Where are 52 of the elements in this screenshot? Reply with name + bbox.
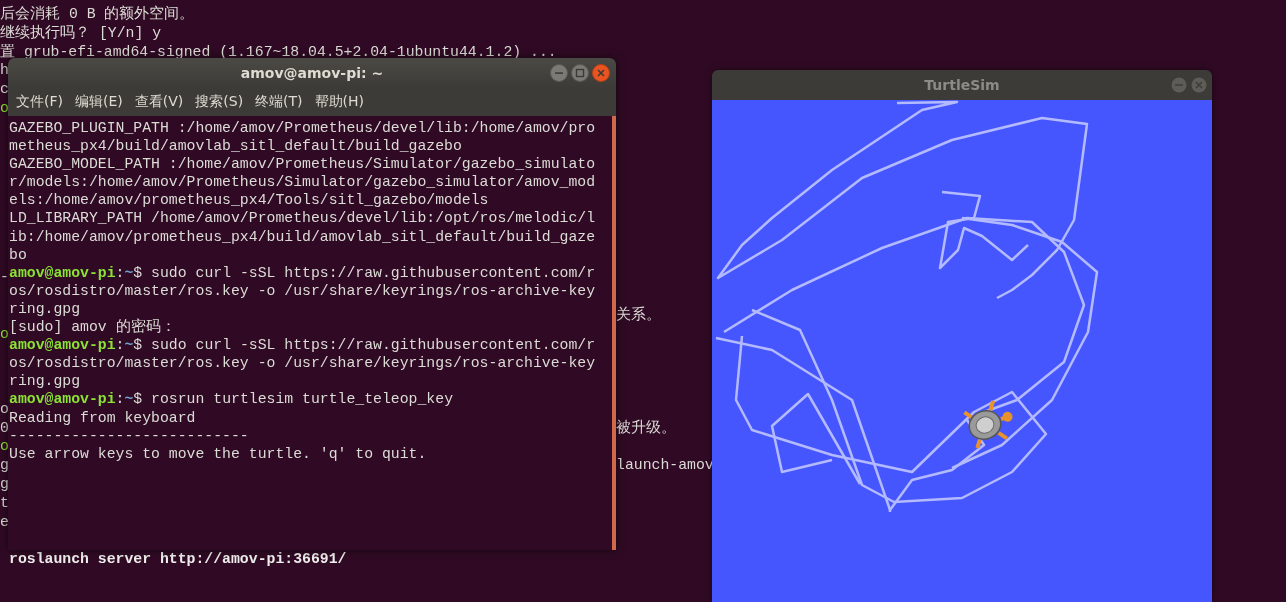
minimize-icon[interactable] (550, 64, 568, 82)
menu-item[interactable]: 帮助(H) (308, 93, 371, 111)
terminal-line: e (0, 512, 9, 532)
menu-item[interactable]: 终端(T) (249, 93, 309, 111)
terminal-line: LD_LIBRARY_PATH /home/amov/Prometheus/devel/lib:/opt/ros/melodic/l (9, 210, 596, 227)
terminal-line: 关系。 (616, 305, 661, 325)
prompt-line: amov@amov-pi:~$ sudo curl -sSL https://raw.githubusercontent.com/r (9, 337, 596, 354)
terminal-line: ring.gpg (9, 373, 81, 390)
terminal-line: os/rosdistro/master/ros.key -o /usr/share/keyrings/ros-archive-key (9, 355, 596, 372)
terminal-line: o (0, 399, 9, 419)
terminal-line: GAZEBO_PLUGIN_PATH :/home/amov/Prometheus/devel/lib:/home/amov/pro (9, 120, 596, 136)
terminal-line: metheus_px4/build/amovlab_sitl_default/build_gazebo (9, 138, 462, 155)
terminal-line: roslaunch server http://amov-pi:36691/ (9, 550, 347, 569)
terminal-line: 置 grub-efi-amd64-signed (1.167~18.04.5+2.04-1ubuntu44.1.2) ... (0, 42, 557, 62)
terminal-line: o (0, 324, 9, 344)
terminal-line: Use arrow keys to move the turtle. 'q' to quit. (9, 445, 427, 462)
terminal-line: ib:/home/amov/prometheus_px4/build/amovlab_sitl_default/build_gaze (9, 228, 596, 245)
terminal-line: t (0, 493, 9, 513)
prompt-line: amov@amov-pi:~$ rosrun turtlesim turtle_teleop_key (9, 391, 453, 408)
minimize-icon[interactable] (1171, 77, 1187, 93)
terminal-line: launch-amov (616, 456, 714, 475)
window-title: amov@amov-pi: ~ (240, 65, 384, 81)
maximize-icon[interactable] (571, 64, 589, 82)
close-icon[interactable] (592, 64, 610, 82)
terminal-line: g (0, 474, 9, 494)
terminal-line: 继续执行吗？ [Y/n] y (0, 23, 162, 43)
terminal-line: - (0, 268, 9, 287)
menu-item[interactable]: 文件(F) (10, 93, 69, 111)
menu-item[interactable]: 查看(V) (128, 93, 190, 111)
terminal-line: [sudo] amov 的密码： (9, 319, 176, 336)
terminal-line: r/models:/home/amov/Prometheus/Simulator/gazebo_simulator/amov_mod (9, 174, 596, 191)
terminal-line: o (0, 437, 9, 457)
terminal-line: h (0, 61, 9, 81)
window-title: TurtleSim (924, 77, 1000, 93)
terminal-line: g (0, 456, 9, 475)
terminal-line: o (0, 99, 9, 118)
terminal-line: 被升级。 (616, 418, 676, 438)
terminal-line: 0 (0, 418, 9, 438)
terminal-line: os/rosdistro/master/ros.key -o /usr/share/keyrings/ros-archive-key (9, 282, 596, 299)
terminal-line: Reading from keyboard (9, 409, 196, 426)
terminal-line: bo (9, 246, 27, 263)
terminal-line: GAZEBO_MODEL_PATH :/home/amov/Prometheus/Simulator/gazebo_simulato (9, 156, 596, 173)
terminal-line: els:/home/amov/prometheus_px4/Tools/sitl_gazebo/models (9, 192, 489, 209)
terminal-line: c (0, 80, 9, 99)
prompt-line: amov@amov-pi:~$ sudo curl -sSL https://raw.githubusercontent.com/r (9, 264, 596, 281)
menu-item[interactable]: 搜索(S) (189, 93, 250, 111)
turtle-icon (962, 398, 1013, 450)
terminal-line: 后会消耗 0 B 的额外空间。 (0, 5, 195, 24)
terminal-line: --------------------------- (9, 427, 249, 444)
menu-item[interactable]: 编辑(E) (69, 93, 129, 111)
terminal-line: ring.gpg (9, 300, 81, 317)
close-icon[interactable] (1191, 77, 1207, 93)
